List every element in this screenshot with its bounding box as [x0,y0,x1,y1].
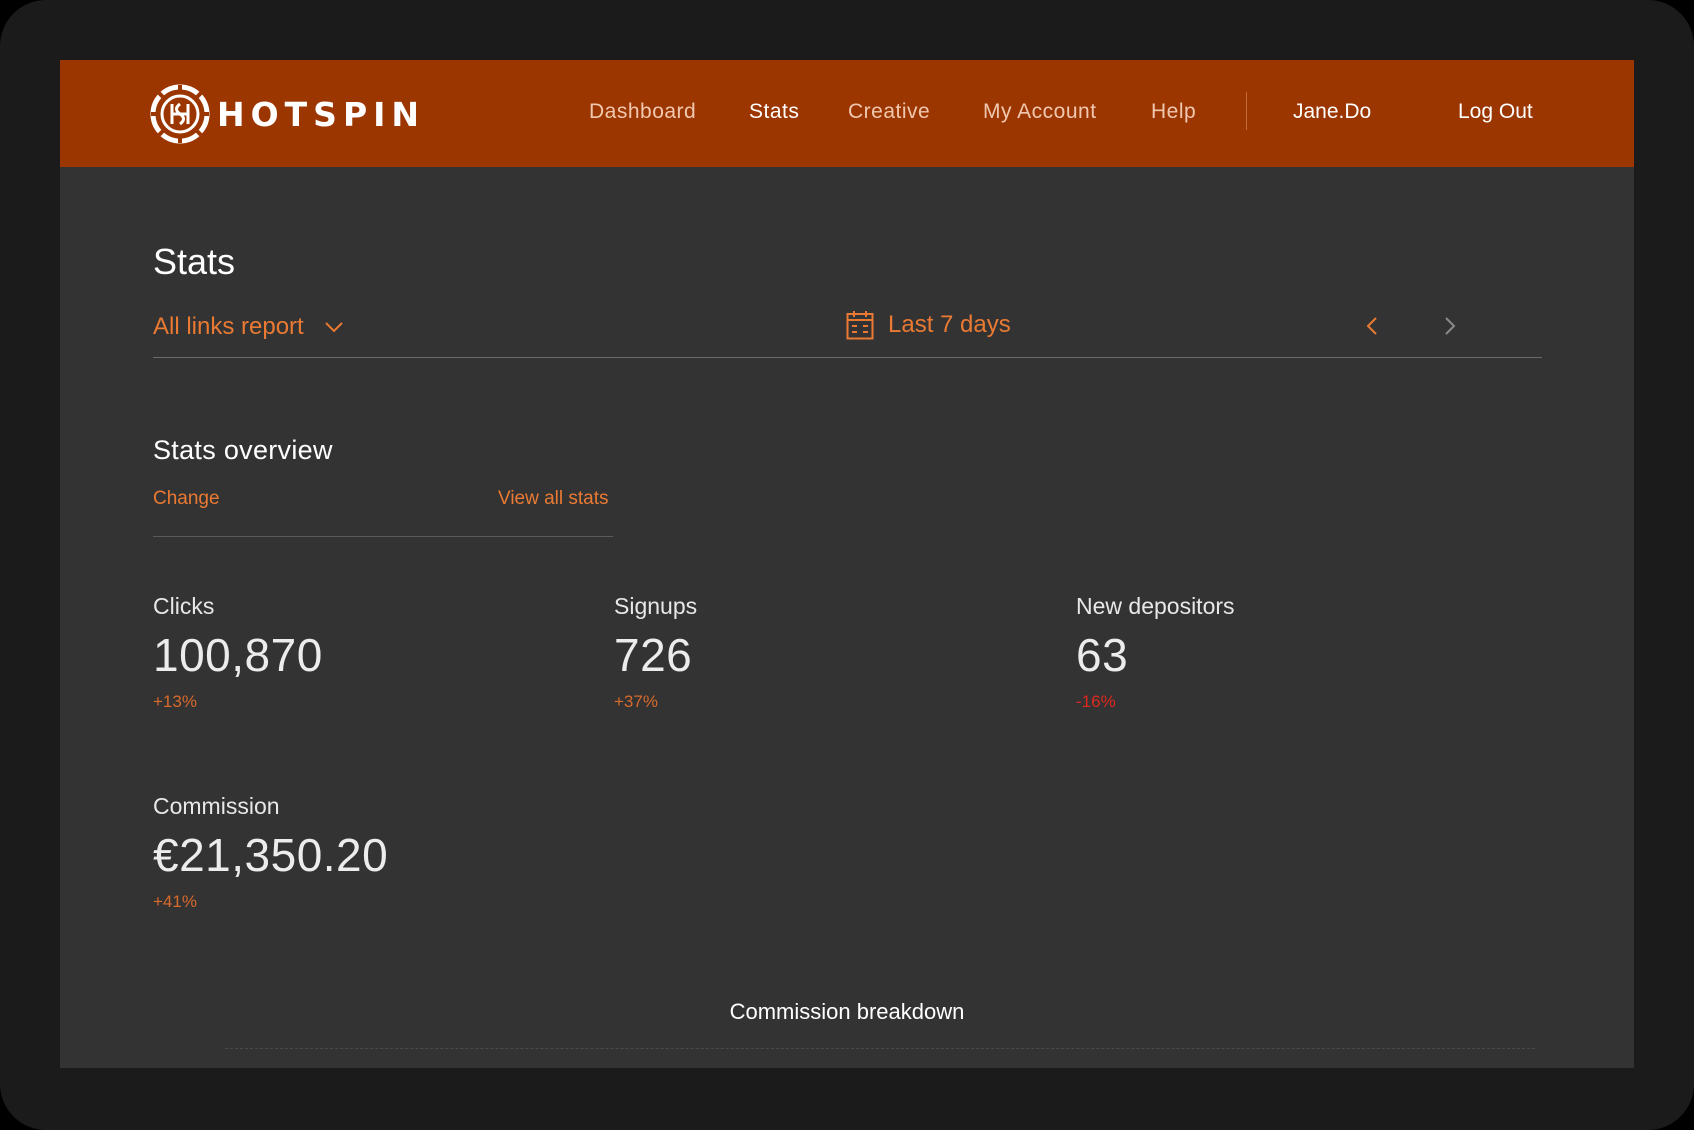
nav-divider [1246,92,1247,130]
view-all-stats-link[interactable]: View all stats [498,488,609,510]
chevron-right-icon [1445,317,1456,335]
main-nav: Dashboard Stats Creative My Account Help… [60,60,1634,167]
calendar-icon [846,310,874,340]
stat-label: New depositors [1076,593,1235,619]
nav-stats[interactable]: Stats [749,100,799,124]
nav-help[interactable]: Help [1151,100,1196,124]
nav-dashboard[interactable]: Dashboard [589,100,696,124]
stat-change: +13% [153,692,197,711]
chevron-left-icon [1366,317,1377,335]
stat-label: Clicks [153,593,215,619]
prev-period-button[interactable] [1360,314,1384,338]
device-frame: HOTSPIN Dashboard Stats Creative My Acco… [0,0,1694,1130]
overview-divider [153,536,613,537]
logout-button[interactable]: Log Out [1458,100,1533,124]
report-dropdown[interactable]: All links report [153,313,344,341]
date-range-picker[interactable]: Last 7 days [846,310,1011,340]
next-period-button[interactable] [1438,314,1462,338]
stat-value: 63 [1076,629,1129,681]
commission-breakdown-title: Commission breakdown [729,999,965,1024]
stat-commission: Commission €21,350.20 +41% [153,793,388,912]
stat-label: Commission [153,793,280,819]
date-range-label: Last 7 days [888,311,1011,338]
stat-value: €21,350.20 [153,829,389,881]
report-dropdown-label: All links report [153,313,304,340]
app-screen: HOTSPIN Dashboard Stats Creative My Acco… [60,60,1634,1068]
change-link[interactable]: Change [153,488,220,510]
stat-change: +41% [153,892,197,911]
stat-signups: Signups 726 +37% [614,593,697,712]
stat-value: 100,870 [153,629,323,681]
top-header: HOTSPIN Dashboard Stats Creative My Acco… [60,60,1634,167]
nav-my-account[interactable]: My Account [983,100,1097,124]
stat-clicks: Clicks 100,870 +13% [153,593,323,712]
breakdown-divider [225,1048,1535,1049]
nav-creative[interactable]: Creative [848,100,930,124]
stat-change: +37% [614,692,658,711]
filter-divider [153,357,1542,358]
stat-new-depositors: New depositors 63 -16% [1076,593,1235,712]
chevron-down-icon [324,321,344,333]
stat-change: -16% [1076,692,1116,711]
user-name[interactable]: Jane.Do [1293,100,1371,124]
overview-title: Stats overview [153,435,333,465]
stat-label: Signups [614,593,698,619]
page-title: Stats [153,241,236,282]
stat-value: 726 [614,629,693,681]
